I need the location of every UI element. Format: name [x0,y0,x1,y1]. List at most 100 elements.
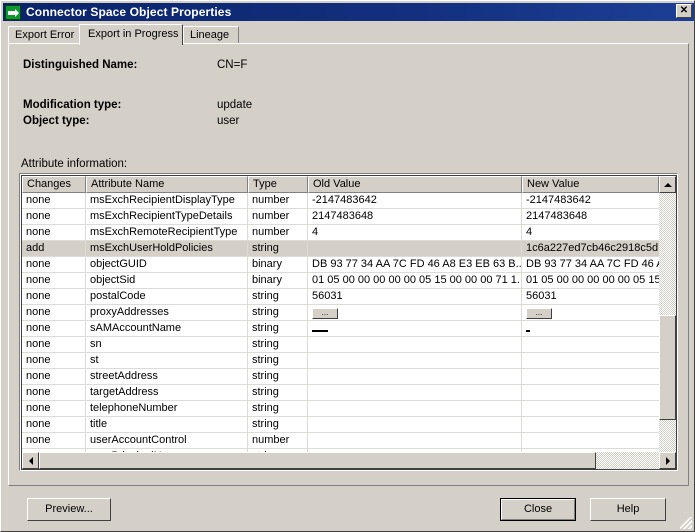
cell-new-value [522,353,659,369]
table-row[interactable]: none st string [22,353,659,369]
table-row[interactable]: none userAccountControl number [22,433,659,449]
cell-type: string [248,289,308,305]
table-row[interactable]: none sAMAccountName string [22,321,659,337]
grid-header-row: Changes Attribute Name Type Old Value Ne… [22,176,676,193]
cell-new-value: 1c6a227ed7cb46c2918c5d [522,241,659,257]
column-header-attribute-name[interactable]: Attribute Name [86,176,248,193]
table-row[interactable]: none proxyAddresses string...... [22,305,659,321]
cell-changes: none [22,209,86,225]
title-bar: Connector Space Object Properties ✕ [3,3,694,21]
horizontal-scrollbar-thumb[interactable] [39,452,596,469]
cell-changes: none [22,353,86,369]
cell-attribute-name: objectGUID [86,257,248,273]
table-row[interactable]: none title string [22,417,659,433]
cell-old-value [308,337,522,353]
table-row[interactable]: none objectGUID binary DB 93 77 34 AA 7C FD… [22,257,659,273]
cell-attribute-name: objectSid [86,273,248,289]
help-button[interactable]: Help [590,498,666,521]
cell-old-value [308,433,522,449]
cell-attribute-name: streetAddress [86,369,248,385]
cell-new-value [522,369,659,385]
cell-type: binary [248,257,308,273]
cell-changes: none [22,305,86,321]
modification-type-value: update [217,99,253,111]
connector-space-object-properties-window: Connector Space Object Properties ✕ Expo… [0,0,695,532]
cell-new-value: 4 [522,225,659,241]
cell-attribute-name: msExchRemoteRecipientType [86,225,248,241]
tab-panel-export-in-progress: Distinguished Name: CN=F Modification ty… [8,43,689,486]
redacted-value [312,330,328,333]
cell-changes: none [22,273,86,289]
close-button[interactable]: Close [500,498,576,521]
tab-strip: Export Error Export in Progress Lineage [8,24,689,45]
cell-attribute-name: title [86,417,248,433]
cell-type: string [248,385,308,401]
column-header-type[interactable]: Type [248,176,308,193]
table-row[interactable]: none postalCode string 56031 56031 [22,289,659,305]
cell-changes: none [22,369,86,385]
cell-changes: none [22,401,86,417]
cell-attribute-name: sn [86,337,248,353]
tab-export-in-progress[interactable]: Export in Progress [79,24,183,45]
cell-attribute-name: st [86,353,248,369]
table-row[interactable]: none msExchRecipientDisplayType number -214… [22,193,659,209]
cell-old-value [308,321,522,337]
ellipsis-button[interactable]: ... [312,308,338,319]
resize-grip-icon[interactable] [680,517,692,529]
cell-attribute-name: targetAddress [86,385,248,401]
attribute-grid-inner: Changes Attribute Name Type Old Value Ne… [21,175,677,470]
cell-changes: none [22,337,86,353]
horizontal-scrollbar[interactable] [22,452,676,469]
cell-attribute-name: proxyAddresses [86,305,248,321]
cell-attribute-name: postalCode [86,289,248,305]
cell-new-value [522,337,659,353]
cell-new-value [522,417,659,433]
close-icon[interactable]: ✕ [676,4,692,18]
vertical-scrollbar-thumb[interactable] [659,315,676,420]
scroll-up-button[interactable] [659,176,676,193]
vertical-scrollbar[interactable] [659,193,676,469]
tab-export-error[interactable]: Export Error [8,26,80,43]
cell-new-value [522,433,659,449]
table-row[interactable]: none msExchRemoteRecipientType number 4 4 [22,225,659,241]
table-row[interactable]: none targetAddress string [22,385,659,401]
ellipsis-button[interactable]: ... [526,308,552,319]
cell-old-value [308,417,522,433]
column-header-changes[interactable]: Changes [22,176,86,193]
connector-object-icon [5,4,21,20]
object-type-label: Object type: [23,115,90,127]
cell-changes: none [22,289,86,305]
horizontal-scrollbar-track[interactable] [39,452,659,469]
cell-old-value: -2147483642 [308,193,522,209]
table-row[interactable]: none msExchRecipientTypeDetails number 2147… [22,209,659,225]
cell-attribute-name: msExchRecipientTypeDetails [86,209,248,225]
attribute-information-label: Attribute information: [21,158,128,170]
cell-attribute-name: userAccountControl [86,433,248,449]
tab-lineage[interactable]: Lineage [183,26,239,43]
cell-new-value [522,401,659,417]
column-header-new-value[interactable]: New Value [522,176,659,193]
table-row[interactable]: none telephoneNumber string [22,401,659,417]
scroll-right-button[interactable] [659,452,676,469]
cell-old-value [308,369,522,385]
cell-type: string [248,353,308,369]
column-header-old-value[interactable]: Old Value [308,176,522,193]
cell-new-value: -2147483642 [522,193,659,209]
cell-new-value: ... [522,305,659,321]
distinguished-name-label: Distinguished Name: [23,59,138,71]
cell-changes: none [22,257,86,273]
cell-new-value: 01 05 00 00 00 00 00 05 15 [522,273,659,289]
cell-attribute-name: msExchRecipientDisplayType [86,193,248,209]
cell-type: number [248,209,308,225]
table-row[interactable]: add msExchUserHoldPolicies string 1c6a227ed… [22,241,659,257]
cell-changes: add [22,241,86,257]
cell-old-value [308,241,522,257]
table-row[interactable]: none objectSid binary 01 05 00 00 00 00 00 … [22,273,659,289]
grid-rows: none msExchRecipientDisplayType number -214… [22,193,659,452]
preview-button[interactable]: Preview... [27,498,111,521]
cell-attribute-name: msExchUserHoldPolicies [86,241,248,257]
table-row[interactable]: none sn string [22,337,659,353]
cell-old-value: 01 05 00 00 00 00 00 05 15 00 00 00 71 1… [308,273,522,289]
scroll-left-button[interactable] [22,452,39,469]
table-row[interactable]: none streetAddress string [22,369,659,385]
